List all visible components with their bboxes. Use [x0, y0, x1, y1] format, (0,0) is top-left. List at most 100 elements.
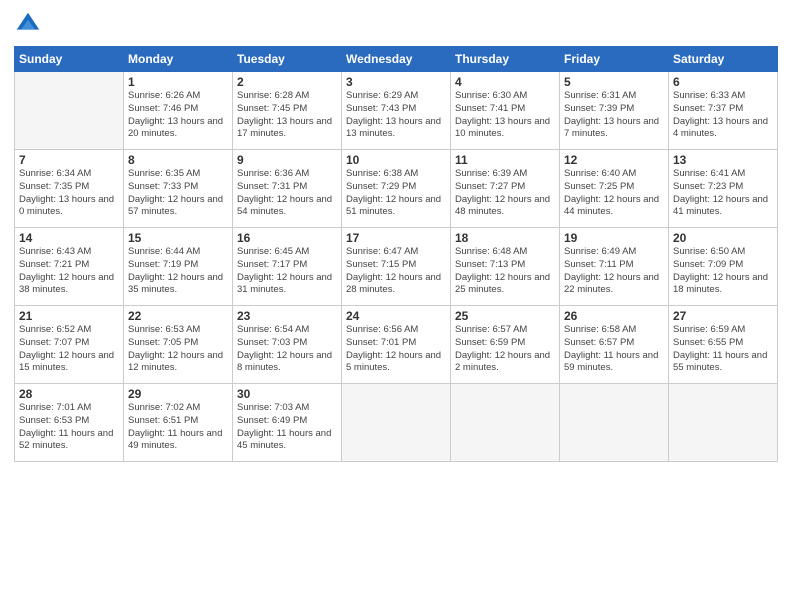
day-detail: Sunrise: 6:39 AMSunset: 7:27 PMDaylight:…	[455, 168, 555, 219]
calendar-cell	[669, 384, 778, 462]
calendar-cell: 12Sunrise: 6:40 AMSunset: 7:25 PMDayligh…	[560, 150, 669, 228]
day-number: 2	[237, 75, 337, 89]
day-number: 28	[19, 387, 119, 401]
calendar-cell: 1Sunrise: 6:26 AMSunset: 7:46 PMDaylight…	[124, 72, 233, 150]
day-detail: Sunrise: 7:02 AMSunset: 6:51 PMDaylight:…	[128, 402, 228, 453]
day-number: 14	[19, 231, 119, 245]
day-number: 6	[673, 75, 773, 89]
day-detail: Sunrise: 6:30 AMSunset: 7:41 PMDaylight:…	[455, 90, 555, 141]
weekday-header-wednesday: Wednesday	[342, 47, 451, 72]
day-number: 5	[564, 75, 664, 89]
day-detail: Sunrise: 6:45 AMSunset: 7:17 PMDaylight:…	[237, 246, 337, 297]
day-number: 26	[564, 309, 664, 323]
calendar-cell: 21Sunrise: 6:52 AMSunset: 7:07 PMDayligh…	[15, 306, 124, 384]
day-number: 16	[237, 231, 337, 245]
weekday-header-row: SundayMondayTuesdayWednesdayThursdayFrid…	[15, 47, 778, 72]
day-number: 9	[237, 153, 337, 167]
day-detail: Sunrise: 6:36 AMSunset: 7:31 PMDaylight:…	[237, 168, 337, 219]
day-detail: Sunrise: 6:50 AMSunset: 7:09 PMDaylight:…	[673, 246, 773, 297]
day-number: 7	[19, 153, 119, 167]
day-detail: Sunrise: 6:40 AMSunset: 7:25 PMDaylight:…	[564, 168, 664, 219]
day-detail: Sunrise: 6:34 AMSunset: 7:35 PMDaylight:…	[19, 168, 119, 219]
week-row-4: 21Sunrise: 6:52 AMSunset: 7:07 PMDayligh…	[15, 306, 778, 384]
day-number: 19	[564, 231, 664, 245]
day-number: 1	[128, 75, 228, 89]
day-detail: Sunrise: 6:38 AMSunset: 7:29 PMDaylight:…	[346, 168, 446, 219]
weekday-header-monday: Monday	[124, 47, 233, 72]
calendar-cell: 27Sunrise: 6:59 AMSunset: 6:55 PMDayligh…	[669, 306, 778, 384]
logo	[14, 10, 46, 38]
day-detail: Sunrise: 6:41 AMSunset: 7:23 PMDaylight:…	[673, 168, 773, 219]
day-detail: Sunrise: 6:53 AMSunset: 7:05 PMDaylight:…	[128, 324, 228, 375]
weekday-header-friday: Friday	[560, 47, 669, 72]
day-number: 11	[455, 153, 555, 167]
week-row-5: 28Sunrise: 7:01 AMSunset: 6:53 PMDayligh…	[15, 384, 778, 462]
calendar-cell: 11Sunrise: 6:39 AMSunset: 7:27 PMDayligh…	[451, 150, 560, 228]
day-number: 27	[673, 309, 773, 323]
calendar-cell: 23Sunrise: 6:54 AMSunset: 7:03 PMDayligh…	[233, 306, 342, 384]
day-number: 25	[455, 309, 555, 323]
logo-icon	[14, 10, 42, 38]
week-row-2: 7Sunrise: 6:34 AMSunset: 7:35 PMDaylight…	[15, 150, 778, 228]
day-detail: Sunrise: 6:57 AMSunset: 6:59 PMDaylight:…	[455, 324, 555, 375]
weekday-header-saturday: Saturday	[669, 47, 778, 72]
day-detail: Sunrise: 6:56 AMSunset: 7:01 PMDaylight:…	[346, 324, 446, 375]
day-detail: Sunrise: 6:48 AMSunset: 7:13 PMDaylight:…	[455, 246, 555, 297]
weekday-header-thursday: Thursday	[451, 47, 560, 72]
calendar-table: SundayMondayTuesdayWednesdayThursdayFrid…	[14, 46, 778, 462]
day-detail: Sunrise: 7:01 AMSunset: 6:53 PMDaylight:…	[19, 402, 119, 453]
calendar-cell	[451, 384, 560, 462]
header	[14, 10, 778, 38]
day-number: 17	[346, 231, 446, 245]
day-detail: Sunrise: 6:58 AMSunset: 6:57 PMDaylight:…	[564, 324, 664, 375]
calendar-cell: 7Sunrise: 6:34 AMSunset: 7:35 PMDaylight…	[15, 150, 124, 228]
calendar-cell: 6Sunrise: 6:33 AMSunset: 7:37 PMDaylight…	[669, 72, 778, 150]
day-number: 30	[237, 387, 337, 401]
day-number: 10	[346, 153, 446, 167]
calendar-cell: 22Sunrise: 6:53 AMSunset: 7:05 PMDayligh…	[124, 306, 233, 384]
calendar-cell: 26Sunrise: 6:58 AMSunset: 6:57 PMDayligh…	[560, 306, 669, 384]
calendar-cell: 14Sunrise: 6:43 AMSunset: 7:21 PMDayligh…	[15, 228, 124, 306]
calendar-cell: 29Sunrise: 7:02 AMSunset: 6:51 PMDayligh…	[124, 384, 233, 462]
calendar-cell: 17Sunrise: 6:47 AMSunset: 7:15 PMDayligh…	[342, 228, 451, 306]
calendar-cell: 4Sunrise: 6:30 AMSunset: 7:41 PMDaylight…	[451, 72, 560, 150]
day-detail: Sunrise: 6:29 AMSunset: 7:43 PMDaylight:…	[346, 90, 446, 141]
calendar-cell: 9Sunrise: 6:36 AMSunset: 7:31 PMDaylight…	[233, 150, 342, 228]
calendar-cell	[15, 72, 124, 150]
calendar-cell: 2Sunrise: 6:28 AMSunset: 7:45 PMDaylight…	[233, 72, 342, 150]
day-detail: Sunrise: 6:47 AMSunset: 7:15 PMDaylight:…	[346, 246, 446, 297]
calendar-cell: 30Sunrise: 7:03 AMSunset: 6:49 PMDayligh…	[233, 384, 342, 462]
day-number: 13	[673, 153, 773, 167]
day-detail: Sunrise: 6:54 AMSunset: 7:03 PMDaylight:…	[237, 324, 337, 375]
day-detail: Sunrise: 6:28 AMSunset: 7:45 PMDaylight:…	[237, 90, 337, 141]
calendar-cell: 18Sunrise: 6:48 AMSunset: 7:13 PMDayligh…	[451, 228, 560, 306]
day-number: 18	[455, 231, 555, 245]
calendar-cell: 25Sunrise: 6:57 AMSunset: 6:59 PMDayligh…	[451, 306, 560, 384]
day-number: 20	[673, 231, 773, 245]
calendar-cell: 5Sunrise: 6:31 AMSunset: 7:39 PMDaylight…	[560, 72, 669, 150]
calendar-cell: 24Sunrise: 6:56 AMSunset: 7:01 PMDayligh…	[342, 306, 451, 384]
week-row-3: 14Sunrise: 6:43 AMSunset: 7:21 PMDayligh…	[15, 228, 778, 306]
calendar-cell: 10Sunrise: 6:38 AMSunset: 7:29 PMDayligh…	[342, 150, 451, 228]
calendar-cell: 3Sunrise: 6:29 AMSunset: 7:43 PMDaylight…	[342, 72, 451, 150]
day-number: 4	[455, 75, 555, 89]
day-detail: Sunrise: 6:31 AMSunset: 7:39 PMDaylight:…	[564, 90, 664, 141]
calendar-cell: 28Sunrise: 7:01 AMSunset: 6:53 PMDayligh…	[15, 384, 124, 462]
day-detail: Sunrise: 6:43 AMSunset: 7:21 PMDaylight:…	[19, 246, 119, 297]
day-number: 8	[128, 153, 228, 167]
day-number: 24	[346, 309, 446, 323]
day-number: 3	[346, 75, 446, 89]
calendar-cell	[342, 384, 451, 462]
calendar-cell	[560, 384, 669, 462]
calendar-cell: 19Sunrise: 6:49 AMSunset: 7:11 PMDayligh…	[560, 228, 669, 306]
day-number: 21	[19, 309, 119, 323]
day-detail: Sunrise: 6:35 AMSunset: 7:33 PMDaylight:…	[128, 168, 228, 219]
day-detail: Sunrise: 6:44 AMSunset: 7:19 PMDaylight:…	[128, 246, 228, 297]
weekday-header-tuesday: Tuesday	[233, 47, 342, 72]
day-number: 15	[128, 231, 228, 245]
calendar-cell: 8Sunrise: 6:35 AMSunset: 7:33 PMDaylight…	[124, 150, 233, 228]
week-row-1: 1Sunrise: 6:26 AMSunset: 7:46 PMDaylight…	[15, 72, 778, 150]
calendar-cell: 20Sunrise: 6:50 AMSunset: 7:09 PMDayligh…	[669, 228, 778, 306]
day-number: 23	[237, 309, 337, 323]
day-number: 22	[128, 309, 228, 323]
